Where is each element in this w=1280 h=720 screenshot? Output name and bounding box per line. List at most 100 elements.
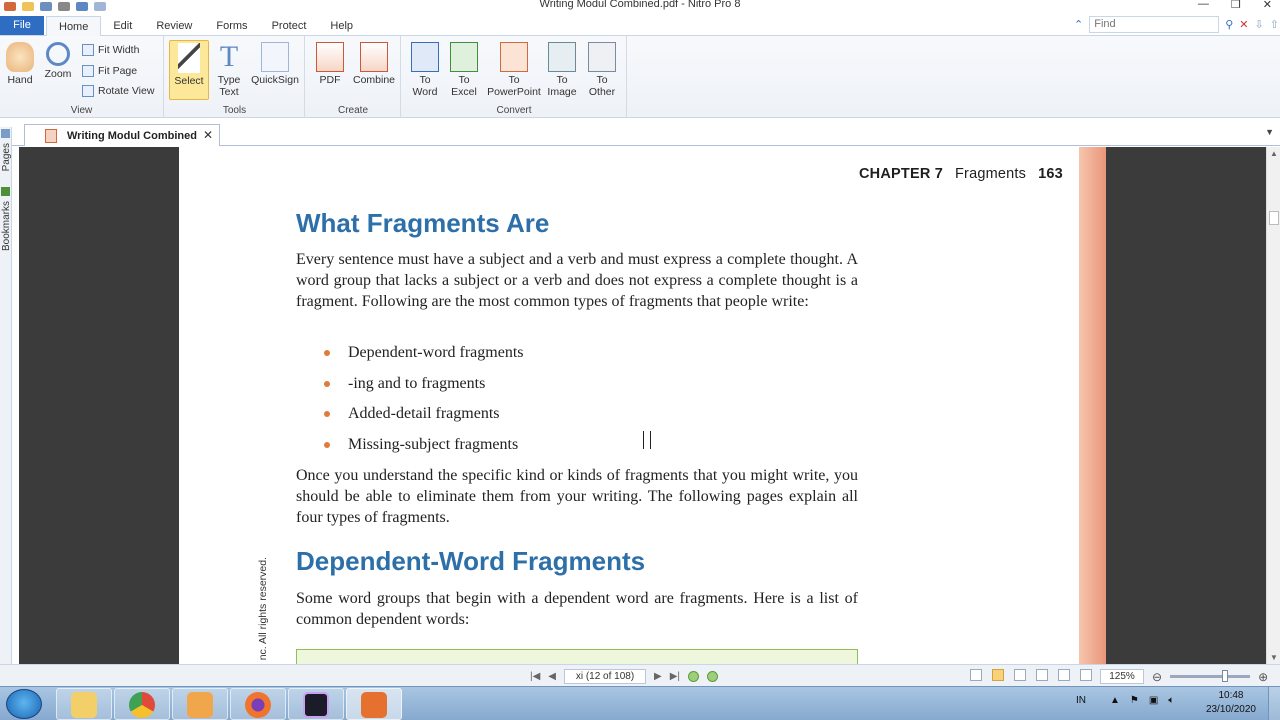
zoom-controls: 125% ⊖ ⊕ xyxy=(1100,669,1268,684)
tab-help[interactable]: Help xyxy=(318,16,365,36)
taskbar-nitro-pro[interactable] xyxy=(346,688,402,720)
paragraph-dependent-words: Some word groups that begin with a depen… xyxy=(296,590,858,628)
split-view-icon[interactable] xyxy=(1080,669,1092,681)
pages-icon[interactable] xyxy=(1,129,10,138)
pdf-page[interactable]: CHAPTER 7 Fragments 163 What Fragments Are… xyxy=(179,147,1106,664)
bookmarks-icon[interactable] xyxy=(1,187,10,196)
to-excel-button[interactable]: To Excel xyxy=(444,40,484,98)
page-header: CHAPTER 7 Fragments 163 xyxy=(859,166,1063,182)
type-text-icon: T xyxy=(219,40,239,73)
action-center-flag-icon[interactable]: ⚑ xyxy=(1130,695,1139,706)
zoom-out-icon[interactable]: ⊖ xyxy=(1152,670,1162,684)
clear-find-icon[interactable]: ✕ xyxy=(1239,18,1248,31)
header-page-number: 163 xyxy=(1038,166,1063,182)
zoom-icon xyxy=(46,42,70,66)
combine-label: Combine xyxy=(352,74,396,86)
facing-continuous-icon[interactable] xyxy=(1036,669,1048,681)
facing-page-icon[interactable] xyxy=(1014,669,1026,681)
zoom-slider-knob[interactable] xyxy=(1222,670,1229,682)
type-text-label-2: Text xyxy=(219,86,239,98)
taskbar-media-player[interactable] xyxy=(172,688,228,720)
hand-button[interactable]: Hand xyxy=(0,40,40,86)
scroll-down-icon[interactable]: ▼ xyxy=(1270,653,1278,662)
zoom-level[interactable]: 125% xyxy=(1100,669,1144,684)
tab-review[interactable]: Review xyxy=(144,16,204,36)
back-view-icon[interactable] xyxy=(688,671,699,682)
file-tab[interactable]: File xyxy=(0,16,44,35)
fit-width-button[interactable]: Fit Width xyxy=(82,41,139,59)
fullscreen-icon[interactable] xyxy=(1058,669,1070,681)
to-image-label-1: To xyxy=(556,74,568,86)
to-image-button[interactable]: To Image xyxy=(542,40,582,98)
to-other-label-2: Other xyxy=(588,86,616,98)
rotate-view-button[interactable]: Rotate View xyxy=(82,82,154,100)
close-window-icon[interactable]: ✕ xyxy=(1263,0,1272,11)
page-indicator[interactable]: xi (12 of 108) xyxy=(564,669,646,684)
taskbar-firefox[interactable] xyxy=(230,688,286,720)
tab-edit[interactable]: Edit xyxy=(101,16,144,36)
close-document-icon[interactable]: ✕ xyxy=(203,128,213,142)
bullet-icon xyxy=(324,350,330,356)
taskbar-explorer[interactable] xyxy=(56,688,112,720)
single-page-icon[interactable] xyxy=(970,669,982,681)
start-button-icon[interactable] xyxy=(6,689,42,719)
select-button[interactable]: Select xyxy=(169,40,209,100)
tab-home[interactable]: Home xyxy=(46,16,102,37)
hand-icon xyxy=(6,42,34,72)
document-viewport[interactable]: CHAPTER 7 Fragments 163 What Fragments Are… xyxy=(19,147,1266,664)
file-explorer-icon xyxy=(71,692,97,718)
rotate-view-label: Rotate View xyxy=(98,85,155,97)
minimize-icon[interactable]: — xyxy=(1198,0,1209,11)
continuous-page-icon[interactable] xyxy=(992,669,1004,681)
document-tab-name: Writing Modul Combined xyxy=(67,129,197,142)
zoom-button[interactable]: Zoom xyxy=(38,40,78,80)
document-tab[interactable]: Writing Modul Combined ✕ xyxy=(24,124,220,146)
tab-protect[interactable]: Protect xyxy=(260,16,319,36)
to-powerpoint-button[interactable]: To PowerPoint xyxy=(484,40,544,98)
taskbar-chrome[interactable] xyxy=(114,688,170,720)
quicksign-icon xyxy=(261,42,289,72)
list-item: Dependent-word fragments xyxy=(324,341,524,372)
first-page-icon[interactable]: |◀ xyxy=(530,671,540,682)
scroll-up-icon[interactable]: ▲ xyxy=(1270,149,1278,158)
pages-panel-tab[interactable]: Pages xyxy=(1,143,12,171)
volume-icon[interactable]: 🔈︎ xyxy=(1168,695,1174,706)
pdf-button[interactable]: PDF xyxy=(310,40,350,86)
prev-page-icon[interactable]: ◀ xyxy=(548,671,556,682)
zoom-slider[interactable] xyxy=(1170,670,1251,682)
document-tab-row: Writing Modul Combined ✕ ▼ xyxy=(0,119,1280,146)
show-hidden-icons-icon[interactable]: ▲ xyxy=(1110,695,1120,706)
vertical-scrollbar[interactable]: ▲ ▼ xyxy=(1266,147,1280,664)
ribbon-tab-row: File Home Edit Review Forms Protect Help… xyxy=(0,14,1280,37)
to-word-button[interactable]: To Word xyxy=(405,40,445,98)
taskbar-camera-app[interactable] xyxy=(288,688,344,720)
tab-list-chevron-icon[interactable]: ▼ xyxy=(1265,127,1274,137)
list-item: -ing and to fragments xyxy=(324,372,524,403)
system-clock[interactable]: 10:48 23/10/2020 xyxy=(1206,689,1256,717)
find-input[interactable] xyxy=(1089,15,1220,33)
tab-forms[interactable]: Forms xyxy=(204,16,259,36)
next-page-icon[interactable]: ▶ xyxy=(654,671,662,682)
combine-button[interactable]: Combine xyxy=(350,40,398,86)
collapse-ribbon-icon[interactable]: ⌃ xyxy=(1074,18,1083,31)
fit-page-button[interactable]: Fit Page xyxy=(82,62,137,80)
search-icon[interactable]: ⚲ xyxy=(1225,18,1233,31)
network-icon[interactable]: ▣ xyxy=(1149,695,1158,706)
forward-view-icon[interactable] xyxy=(707,671,718,682)
scrollbar-thumb[interactable] xyxy=(1269,211,1279,225)
bookmarks-panel-tab[interactable]: Bookmarks xyxy=(1,201,12,251)
window-controls: — ❐ ✕ xyxy=(1198,0,1272,11)
zoom-in-icon[interactable]: ⊕ xyxy=(1258,670,1268,684)
system-tray: IN ▲ ⚑ ▣ 🔈︎ xyxy=(1076,695,1174,706)
find-prev-icon[interactable]: ⇧ xyxy=(1270,18,1279,31)
type-text-button[interactable]: T Type Text xyxy=(209,40,249,99)
find-next-icon[interactable]: ⇩ xyxy=(1255,18,1264,31)
quicksign-button[interactable]: QuickSign xyxy=(249,40,301,86)
last-page-icon[interactable]: ▶| xyxy=(670,671,680,682)
group-convert-label: Convert xyxy=(496,105,532,116)
show-desktop-button[interactable] xyxy=(1268,687,1280,720)
language-indicator[interactable]: IN xyxy=(1076,695,1086,706)
select-cursor-icon xyxy=(178,43,200,73)
to-other-button[interactable]: To Other xyxy=(582,40,622,98)
restore-icon[interactable]: ❐ xyxy=(1231,0,1241,11)
